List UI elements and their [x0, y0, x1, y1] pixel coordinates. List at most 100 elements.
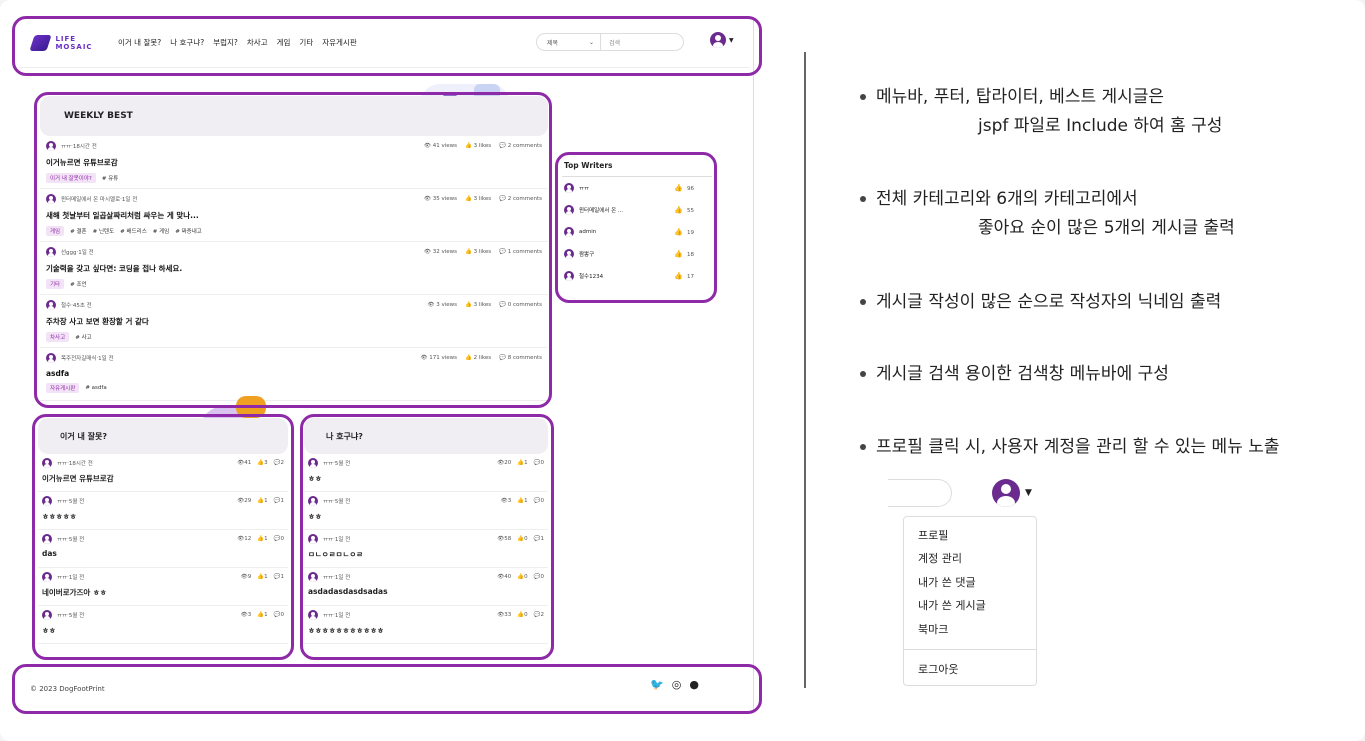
github-icon[interactable]: ● — [689, 678, 699, 691]
post-author[interactable]: ㅠㅠ — [323, 535, 333, 543]
category-badge[interactable]: 게임 — [46, 226, 65, 236]
nav-item[interactable]: 자유게시판 — [322, 37, 357, 48]
post-title[interactable]: ㅁㄴㅇㄹㅁㄴㅇㄹ — [308, 549, 544, 560]
post-author[interactable]: ㅠㅠ — [323, 573, 333, 581]
search-type-select[interactable]: 제목 ⌄ — [537, 34, 601, 50]
weekly-best-post[interactable]: ㅠㅠ · 18시간 전 👁 41 views 👍 3 likes 💬 2 commen… — [40, 136, 548, 189]
category-badge[interactable]: 이거 내 잘못이야? — [46, 173, 96, 183]
post-title[interactable]: ㅎㅎㅎㅎㅎ — [42, 511, 284, 522]
post-title[interactable]: ㅎㅎ — [308, 511, 544, 522]
post-title[interactable]: 이거뉴르면 유튜브로감 — [42, 473, 284, 484]
board-post[interactable]: ㅠㅠ · 5월 전 👁29 👍1 💬1 ㅎㅎㅎㅎㅎ — [38, 492, 288, 530]
tag[interactable]: # 사고 — [75, 333, 91, 341]
tag[interactable]: # 유튜 — [102, 174, 118, 182]
writer-name[interactable]: 윈터메일에서 온 ... — [579, 206, 623, 214]
nav-item[interactable]: 부럽지? — [213, 37, 238, 48]
author-avatar-icon — [46, 300, 56, 310]
post-author[interactable]: ㅠㅠ — [323, 497, 333, 505]
weekly-best-post[interactable]: 윈터메일에서 온 마시멜로 · 1일 전 👁 35 views 👍 3 likes 💬… — [40, 189, 548, 242]
category-badge[interactable]: 자유게시판 — [46, 383, 80, 393]
writer-row[interactable]: 윈터메일에서 온 ... 👍 55 — [562, 199, 712, 221]
category-badge[interactable]: 기타 — [46, 279, 65, 289]
post-author[interactable]: ㅠㅠ — [57, 573, 67, 581]
board-post[interactable]: ㅠㅠ · 18시간 전 👁41 👍3 💬2 이거뉴르면 유튜브로감 — [38, 454, 288, 492]
board-post[interactable]: ㅠㅠ · 1일 전 👁9 👍1 💬1 네이버로가즈아 ㅎㅎ — [38, 568, 288, 606]
post-author[interactable]: ㅠㅠ — [57, 611, 67, 619]
board-right-title[interactable]: 나 호구냐? — [304, 418, 548, 454]
instagram-icon[interactable]: ◎ — [672, 678, 682, 691]
nav-item[interactable]: 기타 — [299, 37, 313, 48]
tag[interactable]: # 배드리스 — [120, 227, 147, 235]
board-post[interactable]: ㅠㅠ · 1일 전 👁33 👍0 💬2 ㅎㅎㅎㅎㅎㅎㅎㅎㅎㅎㅎ — [304, 606, 548, 644]
tag[interactable]: # 짜증내고 — [175, 227, 202, 235]
writer-name[interactable]: ㅠㅠ — [579, 184, 589, 192]
board-card-left: 이거 내 잘못? ㅠㅠ · 18시간 전 👁41 👍3 💬2 이거뉴르면 유튜브로감 ㅠㅠ… — [38, 418, 288, 644]
tag[interactable]: # 조언 — [70, 280, 86, 288]
nav-item[interactable]: 차사고 — [247, 37, 268, 48]
post-title[interactable]: 네이버로가즈아 ㅎㅎ — [42, 587, 284, 598]
post-author[interactable]: ㅠㅠ — [57, 497, 67, 505]
post-author[interactable]: ㅠㅠ — [61, 142, 71, 150]
nav-item[interactable]: 게임 — [277, 37, 291, 48]
post-likes-value: 3 likes — [473, 302, 492, 308]
dropdown-item-my-comments[interactable]: 내가 쓴 댓글 — [904, 570, 1036, 594]
note-item: 게시글 검색 용이한 검색창 메뉴바에 구성 — [860, 359, 1169, 384]
logo[interactable]: LIFE MOSAIC — [29, 34, 104, 51]
dropdown-item-logout[interactable]: 로그아웃 — [904, 658, 1036, 682]
post-author[interactable]: ㅠㅠ — [57, 459, 67, 467]
post-author[interactable]: ㅠㅠ — [57, 535, 67, 543]
post-title[interactable]: 이거뉴르면 유튜브로감 — [46, 157, 542, 168]
post-title[interactable]: ㅎㅎ — [42, 625, 284, 636]
post-title[interactable]: ㅎㅎ — [308, 473, 544, 484]
post-title[interactable]: asdfa — [46, 369, 542, 378]
board-left-title[interactable]: 이거 내 잘못? — [38, 418, 288, 454]
post-meta: ㅠㅠ · 18시간 전 👁 41 views 👍 3 likes 💬 2 commen… — [46, 140, 542, 152]
writer-row[interactable]: 철수1234 👍 17 — [562, 265, 712, 287]
nav-item[interactable]: 이거 내 잘못? — [118, 37, 161, 48]
tag[interactable]: # asdfa — [85, 385, 106, 391]
twitter-icon[interactable]: 🐦 — [650, 678, 664, 691]
dropdown-item-profile[interactable]: 프로필 — [904, 523, 1036, 547]
board-post[interactable]: ㅠㅠ · 5월 전 👁20 👍1 💬0 ㅎㅎ — [304, 454, 548, 492]
writer-row[interactable]: 짬뽕구 👍 18 — [562, 243, 712, 265]
dropdown-item-my-posts[interactable]: 내가 쓴 게시글 — [904, 594, 1036, 618]
search-input[interactable]: 검색 — [601, 38, 620, 47]
writer-row[interactable]: ㅠㅠ 👍 96 — [562, 177, 712, 199]
profile-menu-toggle[interactable]: ▼ — [710, 32, 734, 48]
board-post[interactable]: ㅠㅠ · 5월 전 👁12 👍1 💬0 das — [38, 530, 288, 568]
nav-item[interactable]: 나 호구냐? — [170, 37, 204, 48]
post-title[interactable]: 새해 첫날부터 일곱살짜리처럼 싸우는 게 맞나... — [46, 210, 542, 221]
board-post[interactable]: ㅠㅠ · 5월 전 👁3 👍1 💬0 ㅎㅎ — [38, 606, 288, 644]
category-badge[interactable]: 차사고 — [46, 332, 70, 342]
writer-name[interactable]: 철수1234 — [579, 272, 603, 280]
post-title[interactable]: 기술력을 갖고 싶다면: 코딩을 접나 하세요. — [46, 263, 542, 274]
post-author[interactable]: 목주전자길매식 — [61, 354, 96, 362]
bullet-icon — [860, 444, 866, 450]
post-author[interactable]: 선ggg — [61, 248, 77, 256]
board-post[interactable]: ㅠㅠ · 1일 전 👁40 👍0 💬0 asdadasdasdsadas — [304, 568, 548, 606]
post-title[interactable]: 주차장 사고 보면 환장할 거 같다 — [46, 316, 542, 327]
dropdown-item-bookmark[interactable]: 북마크 — [904, 617, 1036, 641]
writer-name[interactable]: admin — [579, 229, 596, 235]
post-author[interactable]: 철수 — [61, 301, 71, 309]
post-comments-value: 2 comments — [507, 196, 542, 202]
post-title[interactable]: asdadasdasdsadas — [308, 587, 544, 596]
board-post[interactable]: ㅠㅠ · 5월 전 👁3 👍1 💬0 ㅎㅎ — [304, 492, 548, 530]
post-author[interactable]: ㅠㅠ — [323, 459, 333, 467]
thumbs-up-icon: 👍 — [464, 302, 474, 308]
tag[interactable]: # 닌텐도 — [93, 227, 115, 235]
writer-name[interactable]: 짬뽕구 — [579, 250, 594, 258]
preview-profile-toggle[interactable]: ▼ — [992, 479, 1032, 507]
weekly-best-post[interactable]: 목주전자길매식 · 1일 전 👁 171 views 👍 2 likes 💬 8 co… — [40, 348, 548, 401]
tag[interactable]: # 결혼 — [70, 227, 86, 235]
board-post[interactable]: ㅠㅠ · 1일 전 👁58 👍0 💬1 ㅁㄴㅇㄹㅁㄴㅇㄹ — [304, 530, 548, 568]
post-author[interactable]: ㅠㅠ — [323, 611, 333, 619]
weekly-best-post[interactable]: 선ggg · 1일 전 👁 32 views 👍 3 likes 💬 1 commen… — [40, 242, 548, 295]
dropdown-item-account[interactable]: 계정 관리 — [904, 547, 1036, 571]
post-title[interactable]: das — [42, 549, 284, 558]
post-title[interactable]: ㅎㅎㅎㅎㅎㅎㅎㅎㅎㅎㅎ — [308, 625, 544, 636]
weekly-best-post[interactable]: 철수 · 45초 전 👁 3 views 👍 3 likes 💬 0 comments… — [40, 295, 548, 348]
post-author[interactable]: 윈터메일에서 온 마시멜로 — [61, 195, 120, 203]
tag[interactable]: # 게임 — [153, 227, 169, 235]
writer-row[interactable]: admin 👍 19 — [562, 221, 712, 243]
